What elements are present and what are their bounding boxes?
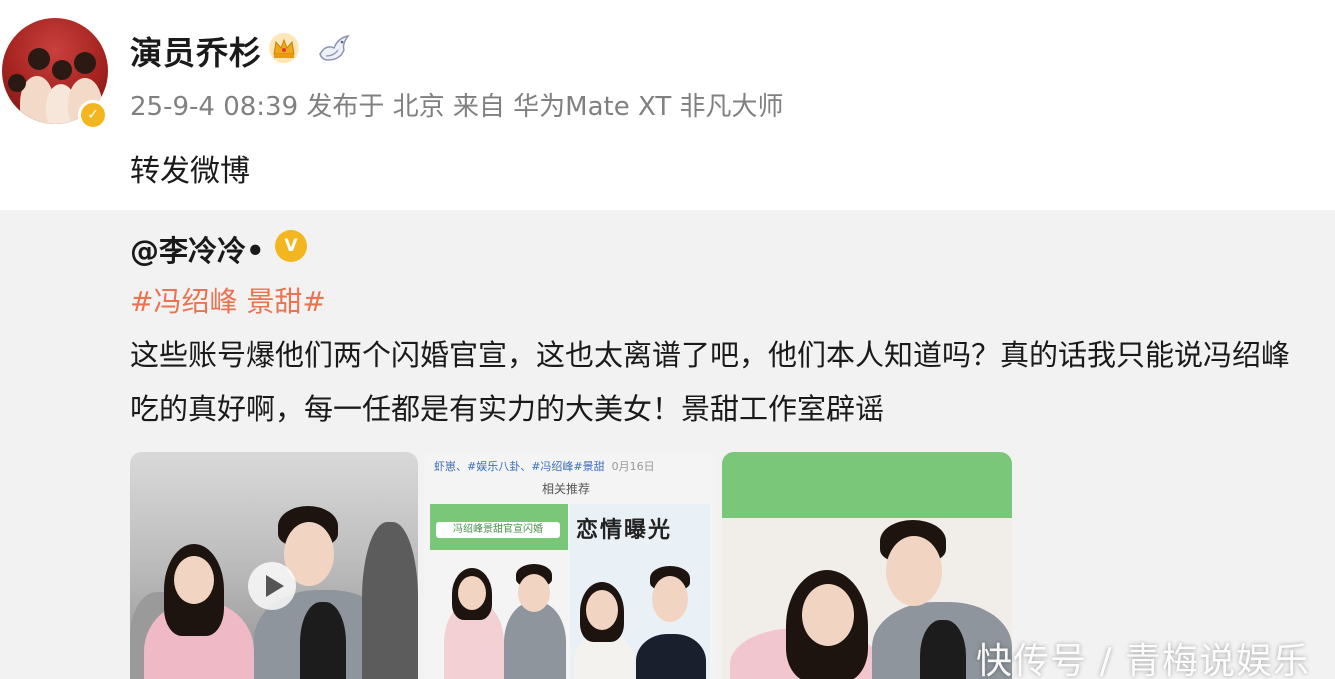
post-body: 这些账号爆他们两个闪婚官宣，这也太离谱了吧，他们本人知道吗？真的话我只能说冯绍峰… xyxy=(130,338,1291,426)
shirt xyxy=(300,602,346,679)
hashtag-link[interactable]: #冯绍峰 景甜# xyxy=(130,280,326,320)
face xyxy=(886,536,942,606)
poster-title: 恋情曝光 xyxy=(576,518,673,543)
play-icon[interactable] xyxy=(248,562,296,610)
repost-comment: 转发微博 xyxy=(130,154,250,189)
reposted-card[interactable]: @李冷冷• V #冯绍峰 景甜# 这些账号爆他们两个闪婚官宣，这也太离谱了吧，他… xyxy=(0,210,1335,679)
avatar-head xyxy=(74,52,96,74)
image-thumbnail[interactable] xyxy=(722,452,1012,679)
image-date: 0月16日 xyxy=(611,460,655,473)
username[interactable]: 演员乔杉 xyxy=(130,28,262,74)
face xyxy=(586,590,618,630)
image-subheading: 相关推荐 xyxy=(542,482,591,496)
poster: 恋情曝光 xyxy=(570,504,710,679)
avatar-head xyxy=(28,48,50,70)
face xyxy=(802,584,854,646)
shirt xyxy=(920,620,966,679)
face xyxy=(174,556,214,604)
image-tags: 虾崽、#娱乐八卦、#冯绍峰#景甜 xyxy=(434,460,605,473)
avatar-head xyxy=(8,74,26,92)
avatar-head xyxy=(52,60,72,80)
image-header-text: 虾崽、#娱乐八卦、#冯绍峰#景甜 0月16日 xyxy=(434,458,655,474)
watermark: 快传号 / 青梅说娱乐 xyxy=(976,641,1311,679)
post-header: ✓ 演员乔杉 25-9-4 08:39 发布于 北京 来自 华为Mate XT … xyxy=(0,0,1335,210)
post-meta: 25-9-4 08:39 发布于 北京 来自 华为Mate XT 非凡大师 xyxy=(130,92,784,122)
man-figure xyxy=(504,602,566,679)
image-thumbnail[interactable]: 虾崽、#娱乐八卦、#冯绍峰#景甜 0月16日 相关推荐 冯绍峰景甜官宣闪婚 恋情… xyxy=(424,452,716,679)
crowd-figure xyxy=(362,522,418,679)
face xyxy=(458,576,486,610)
verified-badge-icon: ✓ xyxy=(78,100,108,130)
video-thumbnail[interactable] xyxy=(130,452,418,679)
verified-badge-icon: V xyxy=(275,230,307,262)
dove-icon[interactable] xyxy=(316,34,352,64)
green-banner xyxy=(722,452,1012,518)
man-figure xyxy=(636,634,706,679)
original-author[interactable]: @李冷冷• xyxy=(130,228,265,270)
face xyxy=(518,574,550,612)
crown-icon[interactable] xyxy=(268,32,300,64)
face xyxy=(652,576,688,622)
banner-text: 冯绍峰景甜官宣闪婚 xyxy=(436,522,560,538)
